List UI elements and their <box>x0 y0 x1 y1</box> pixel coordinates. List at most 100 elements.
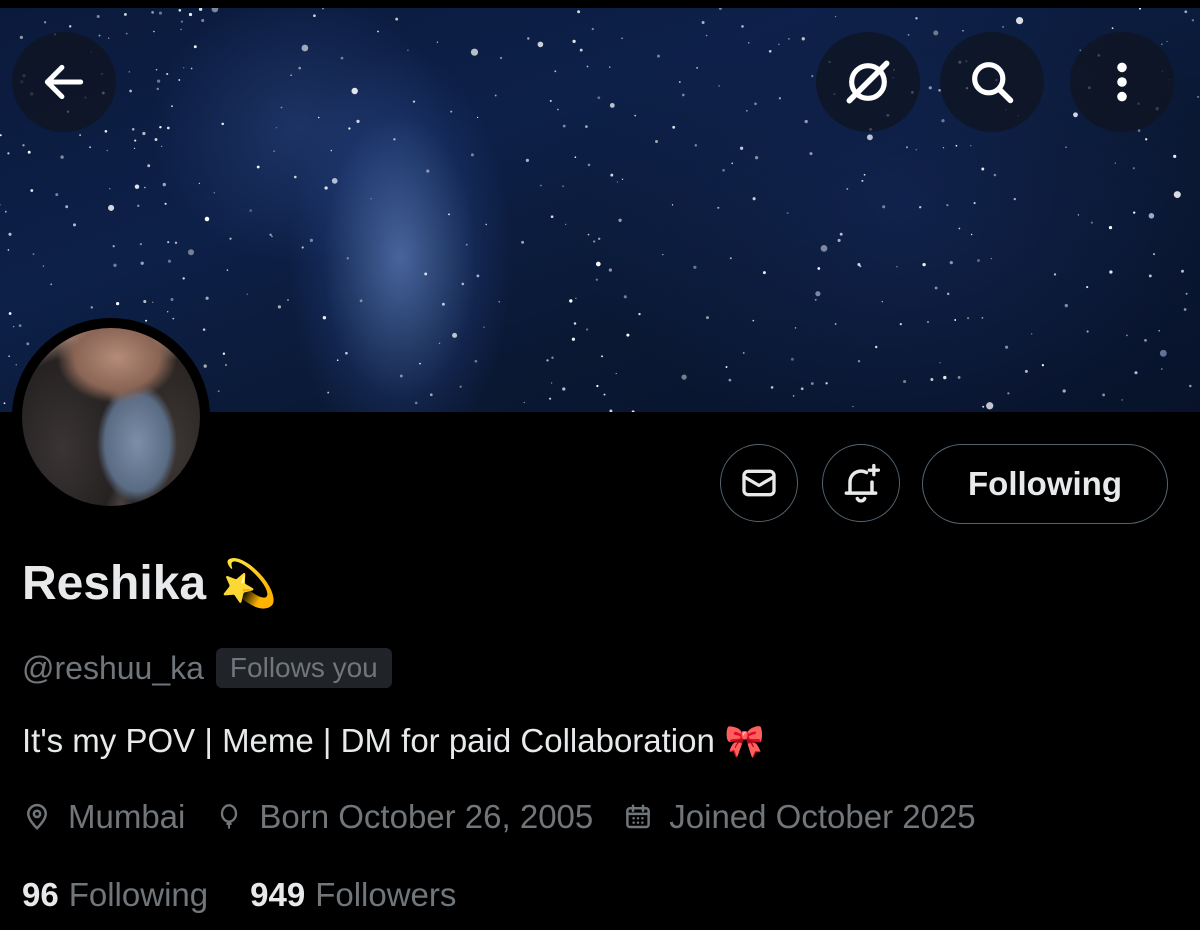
star <box>43 21 47 24</box>
star <box>540 184 542 187</box>
back-button[interactable] <box>12 32 116 132</box>
star <box>577 10 581 14</box>
star <box>1126 334 1128 337</box>
star <box>523 401 525 404</box>
star <box>575 297 577 299</box>
star <box>359 299 363 303</box>
star <box>896 266 898 268</box>
more-button[interactable] <box>1070 32 1174 132</box>
star <box>167 241 170 244</box>
star <box>213 192 215 194</box>
star <box>407 49 409 52</box>
star <box>483 326 485 328</box>
meta-birthday: Born October 26, 2005 <box>215 798 593 836</box>
birthday-text: Born October 26, 2005 <box>259 798 594 835</box>
star <box>834 15 837 18</box>
star <box>370 198 372 200</box>
star <box>158 11 163 15</box>
star <box>340 56 344 60</box>
star <box>290 74 292 76</box>
star <box>1065 146 1067 149</box>
star <box>966 316 970 320</box>
star <box>108 204 115 211</box>
star <box>696 67 698 69</box>
following-stat[interactable]: 96 Following <box>22 876 208 914</box>
star <box>7 249 10 251</box>
star <box>50 283 53 286</box>
star <box>857 359 861 363</box>
star <box>147 164 151 168</box>
following-button[interactable]: Following <box>922 444 1168 524</box>
star <box>345 351 348 355</box>
star <box>1090 221 1094 224</box>
star <box>377 30 379 33</box>
star <box>717 206 720 209</box>
star <box>899 323 902 326</box>
star <box>839 232 843 236</box>
avatar[interactable] <box>22 328 200 506</box>
star <box>852 405 854 408</box>
star <box>741 25 744 28</box>
notify-button[interactable] <box>822 444 900 522</box>
star <box>55 193 59 197</box>
star <box>68 25 72 28</box>
star <box>205 296 209 300</box>
profile-meta: Mumbai Born October 26, 2005 Joined Octo… <box>22 798 1006 836</box>
star <box>626 333 630 337</box>
star <box>441 302 445 306</box>
star <box>301 246 304 249</box>
star <box>603 393 606 396</box>
star <box>861 179 864 182</box>
star <box>154 138 158 141</box>
followers-stat[interactable]: 949 Followers <box>250 876 456 914</box>
star <box>164 202 167 205</box>
star <box>834 323 837 325</box>
star <box>875 345 878 349</box>
star <box>615 372 617 375</box>
star <box>286 298 290 301</box>
star <box>694 144 698 147</box>
location-text: Mumbai <box>68 798 186 835</box>
grok-button[interactable] <box>816 32 920 132</box>
star <box>930 378 934 381</box>
star <box>579 48 583 52</box>
star <box>973 202 976 205</box>
star <box>601 355 603 358</box>
star <box>108 37 110 39</box>
star <box>986 402 994 410</box>
star <box>249 209 252 212</box>
star <box>631 410 635 412</box>
star <box>152 301 154 303</box>
star <box>133 147 136 150</box>
star <box>229 237 232 240</box>
star <box>142 131 146 136</box>
message-button[interactable] <box>720 444 798 522</box>
star <box>587 163 591 167</box>
star <box>273 150 275 152</box>
star <box>521 240 525 244</box>
star <box>981 317 984 319</box>
star <box>324 186 328 190</box>
star <box>277 305 281 309</box>
star <box>1053 273 1057 276</box>
star <box>866 134 873 141</box>
star <box>461 282 465 286</box>
star <box>115 301 120 306</box>
star <box>1191 19 1195 22</box>
more-vertical-icon <box>1117 62 1127 102</box>
star <box>586 65 589 68</box>
star <box>1111 27 1114 30</box>
star <box>174 241 178 244</box>
star <box>90 306 94 309</box>
meta-joined: Joined October 2025 <box>623 798 976 836</box>
star <box>1184 10 1188 14</box>
star <box>222 352 226 355</box>
avatar-frame[interactable] <box>12 318 210 516</box>
star <box>926 320 930 324</box>
star <box>4 210 7 213</box>
star <box>180 28 182 31</box>
bio-text: It's my POV | Meme | DM for paid Collabo… <box>22 722 715 759</box>
star <box>1024 369 1028 373</box>
search-button[interactable] <box>940 32 1044 132</box>
star <box>881 301 883 303</box>
